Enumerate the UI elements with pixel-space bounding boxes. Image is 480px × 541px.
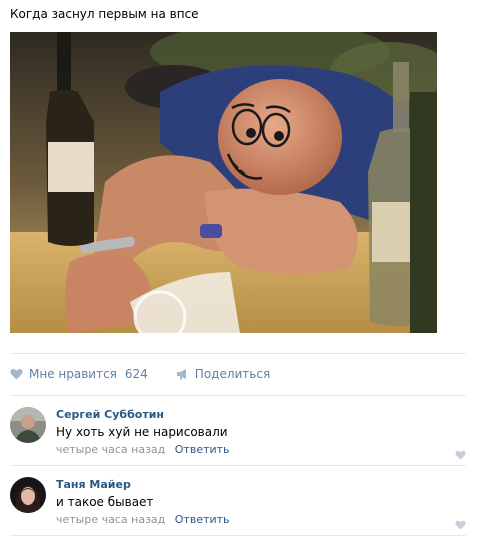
- avatar-image: [10, 477, 46, 513]
- heart-icon: [455, 450, 466, 460]
- avatar[interactable]: [10, 477, 46, 513]
- post-photo[interactable]: [10, 32, 437, 333]
- photo-image: [10, 32, 437, 333]
- comment-meta: четыре часа назад Ответить: [56, 443, 466, 457]
- divider-actions: [10, 395, 466, 396]
- comment-text: Ну хоть хуй не нарисовали: [56, 425, 228, 439]
- comment-meta: четыре часа назад Ответить: [56, 513, 466, 527]
- share-button[interactable]: Поделиться: [176, 367, 270, 381]
- like-label: Мне нравится: [29, 367, 117, 381]
- megaphone-icon: [176, 369, 186, 380]
- avatar-image: [10, 407, 46, 443]
- comment-text: и такое бывает: [56, 495, 154, 509]
- avatar[interactable]: [10, 407, 46, 443]
- comment-time[interactable]: четыре часа назад: [56, 443, 165, 456]
- comment: Таня Майер и такое бывает четыре часа на…: [10, 477, 466, 539]
- reply-button[interactable]: Ответить: [175, 443, 230, 456]
- comment-like-button[interactable]: [455, 445, 466, 464]
- like-count: 624: [124, 367, 148, 381]
- heart-icon: [10, 368, 23, 380]
- divider-top: [10, 353, 466, 354]
- divider-comment: [10, 465, 466, 466]
- comment-author[interactable]: Сергей Субботин: [56, 408, 466, 422]
- heart-icon: [455, 520, 466, 530]
- post-text: Когда заснул первым на впсе: [10, 7, 199, 21]
- share-label: Поделиться: [194, 367, 271, 381]
- comment: Сергей Субботин Ну хоть хуй не нарисовал…: [10, 407, 466, 469]
- reply-button[interactable]: Ответить: [175, 513, 230, 526]
- comment-like-button[interactable]: [455, 515, 466, 534]
- post-actions: Мне нравится 624 Поделиться: [10, 364, 270, 384]
- divider-bottom: [10, 535, 466, 536]
- comment-author[interactable]: Таня Майер: [56, 478, 466, 492]
- comment-time[interactable]: четыре часа назад: [56, 513, 165, 526]
- like-button[interactable]: Мне нравится 624: [10, 367, 148, 381]
